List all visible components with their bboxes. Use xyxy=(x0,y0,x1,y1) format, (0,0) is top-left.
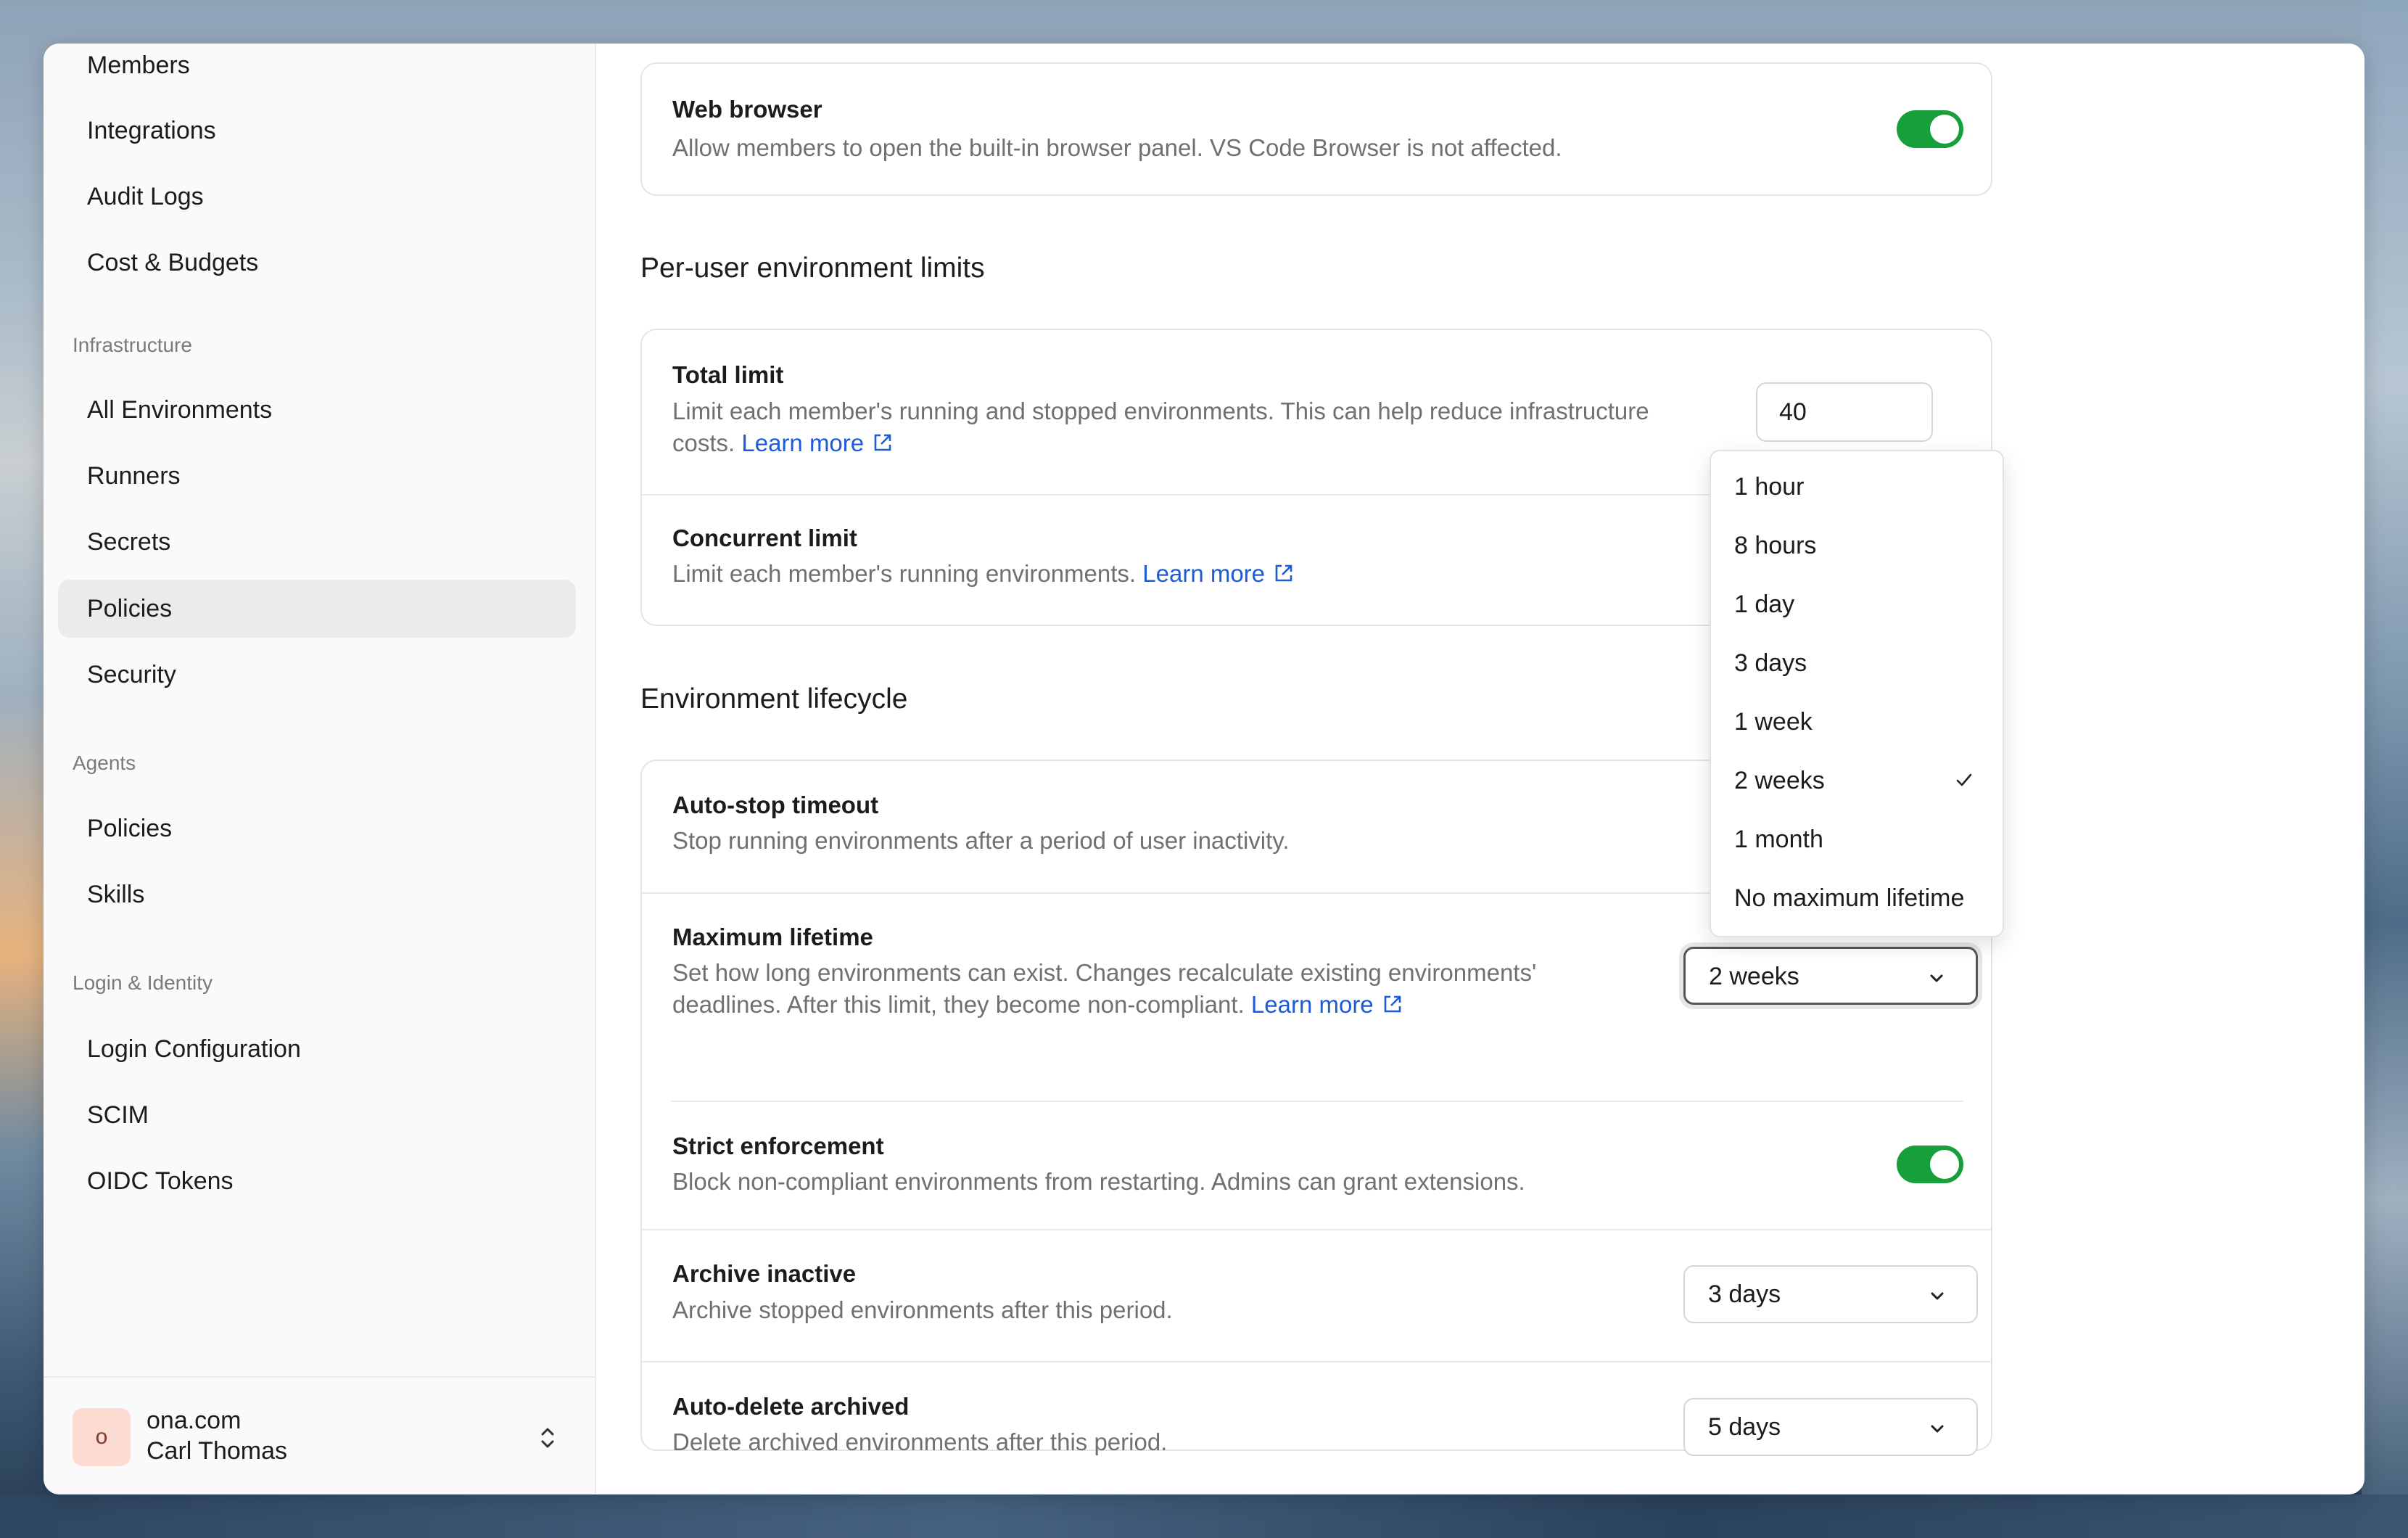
sidebar-item-audit-logs[interactable]: Audit Logs xyxy=(58,168,576,226)
max-lifetime-select[interactable]: 2 weeks xyxy=(1683,947,1978,1005)
auto-stop-title: Auto-stop timeout xyxy=(672,791,879,818)
chevron-down-icon xyxy=(1931,1292,1944,1300)
option-2-weeks[interactable]: 2 weeks xyxy=(1734,767,1825,795)
divider xyxy=(671,1101,1963,1102)
external-link-icon xyxy=(874,434,891,451)
app-window: Members Integrations Audit Logs Cost & B… xyxy=(44,44,2364,1494)
archive-inactive-select-value: 3 days xyxy=(1708,1280,1781,1308)
sidebar-group-login-identity: Login & Identity xyxy=(73,971,213,994)
external-link-icon xyxy=(1275,564,1292,582)
sidebar-item-scim[interactable]: SCIM xyxy=(58,1086,576,1144)
chevron-down-icon xyxy=(1930,974,1943,982)
option-1-month[interactable]: 1 month xyxy=(1734,826,1823,854)
max-lifetime-desc-line1: Set how long environments can exist. Cha… xyxy=(672,959,1537,986)
account-switcher[interactable]: o ona.com Carl Thomas xyxy=(44,1376,595,1494)
strict-enforcement-desc: Block non-compliant environments from re… xyxy=(672,1168,1525,1195)
sidebar-item-policies[interactable]: Policies xyxy=(58,580,576,638)
total-limit-desc: Limit each member's running and stopped … xyxy=(672,395,1649,459)
user-name: Carl Thomas xyxy=(147,1437,287,1465)
sidebar-group-agents: Agents xyxy=(73,752,136,774)
auto-delete-select-value: 5 days xyxy=(1708,1413,1781,1441)
concurrent-limit-title: Concurrent limit xyxy=(672,525,857,551)
total-limit-learn-more-link[interactable]: Learn more xyxy=(741,429,864,456)
sidebar-item-agent-policies[interactable]: Policies xyxy=(58,799,576,858)
avatar: o xyxy=(73,1408,131,1466)
max-lifetime-dropdown: 1 hour 8 hours 1 day 3 days 1 week 2 wee… xyxy=(1710,450,2004,937)
background-bottom xyxy=(0,1494,2408,1538)
sidebar-item-members[interactable]: Members xyxy=(58,44,576,94)
external-link-icon xyxy=(1384,995,1401,1013)
option-1-day[interactable]: 1 day xyxy=(1734,591,1794,619)
sidebar-item-skills[interactable]: Skills xyxy=(58,865,576,924)
archive-inactive-title: Archive inactive xyxy=(672,1260,857,1287)
sidebar: Members Integrations Audit Logs Cost & B… xyxy=(44,44,596,1494)
web-browser-desc: Allow members to open the built-in brows… xyxy=(672,134,1562,161)
background-right xyxy=(2362,0,2408,1538)
auto-stop-desc: Stop running environments after a period… xyxy=(672,827,1290,854)
sidebar-item-login-configuration[interactable]: Login Configuration xyxy=(58,1020,576,1078)
divider xyxy=(642,1229,1991,1230)
max-lifetime-desc-line2: deadlines. After this limit, they become… xyxy=(672,991,1245,1018)
concurrent-limit-desc-text: Limit each member's running environments… xyxy=(672,560,1137,587)
option-no-maximum-lifetime[interactable]: No maximum lifetime xyxy=(1734,884,1964,913)
total-limit-input[interactable]: 40 xyxy=(1756,382,1933,442)
total-limit-title: Total limit xyxy=(672,361,784,388)
max-lifetime-title: Maximum lifetime xyxy=(672,924,873,950)
sidebar-item-cost-budgets[interactable]: Cost & Budgets xyxy=(58,234,576,292)
web-browser-title: Web browser xyxy=(672,96,822,123)
auto-delete-select[interactable]: 5 days xyxy=(1683,1398,1978,1456)
checkmark-icon xyxy=(1956,773,1972,786)
sidebar-item-all-environments[interactable]: All Environments xyxy=(58,381,576,439)
sidebar-group-infrastructure: Infrastructure xyxy=(73,334,192,356)
toggle-knob xyxy=(1930,1150,1959,1179)
lifecycle-section-title: Environment lifecycle xyxy=(640,683,908,715)
max-lifetime-learn-more-link[interactable]: Learn more xyxy=(1251,991,1374,1018)
auto-delete-title: Auto-delete archived xyxy=(672,1393,910,1420)
chevron-up-down-icon[interactable] xyxy=(537,1426,558,1450)
toggle-knob xyxy=(1930,115,1959,144)
concurrent-limit-learn-more-link[interactable]: Learn more xyxy=(1142,560,1265,587)
sidebar-item-secrets[interactable]: Secrets xyxy=(58,513,576,571)
main-content: Web browser Allow members to open the bu… xyxy=(596,44,2364,1494)
option-3-days[interactable]: 3 days xyxy=(1734,649,1807,678)
archive-inactive-desc: Archive stopped environments after this … xyxy=(672,1296,1173,1323)
concurrent-limit-desc: Limit each member's running environments… xyxy=(672,558,1295,590)
option-8-hours[interactable]: 8 hours xyxy=(1734,532,1816,560)
sidebar-item-integrations[interactable]: Integrations xyxy=(58,102,576,160)
strict-enforcement-toggle[interactable] xyxy=(1897,1146,1963,1183)
total-limit-desc-line2: costs. xyxy=(672,429,735,456)
sidebar-item-oidc-tokens[interactable]: OIDC Tokens xyxy=(58,1152,576,1210)
divider xyxy=(642,1361,1991,1362)
auto-delete-desc: Delete archived environments after this … xyxy=(672,1428,1168,1455)
org-name: ona.com xyxy=(147,1407,242,1434)
option-1-hour[interactable]: 1 hour xyxy=(1734,473,1804,501)
per-user-section-title: Per-user environment limits xyxy=(640,252,985,284)
option-1-week[interactable]: 1 week xyxy=(1734,708,1813,736)
sidebar-item-runners[interactable]: Runners xyxy=(58,447,576,505)
web-browser-card: Web browser Allow members to open the bu… xyxy=(640,62,1992,196)
web-browser-toggle[interactable] xyxy=(1897,110,1963,148)
chevron-down-icon xyxy=(1931,1425,1944,1433)
max-lifetime-desc: Set how long environments can exist. Cha… xyxy=(672,957,1536,1021)
total-limit-desc-line1: Limit each member's running and stopped … xyxy=(672,398,1649,424)
sidebar-item-security[interactable]: Security xyxy=(58,646,576,704)
archive-inactive-select[interactable]: 3 days xyxy=(1683,1265,1978,1323)
strict-enforcement-title: Strict enforcement xyxy=(672,1132,884,1159)
max-lifetime-select-value: 2 weeks xyxy=(1709,963,1799,990)
